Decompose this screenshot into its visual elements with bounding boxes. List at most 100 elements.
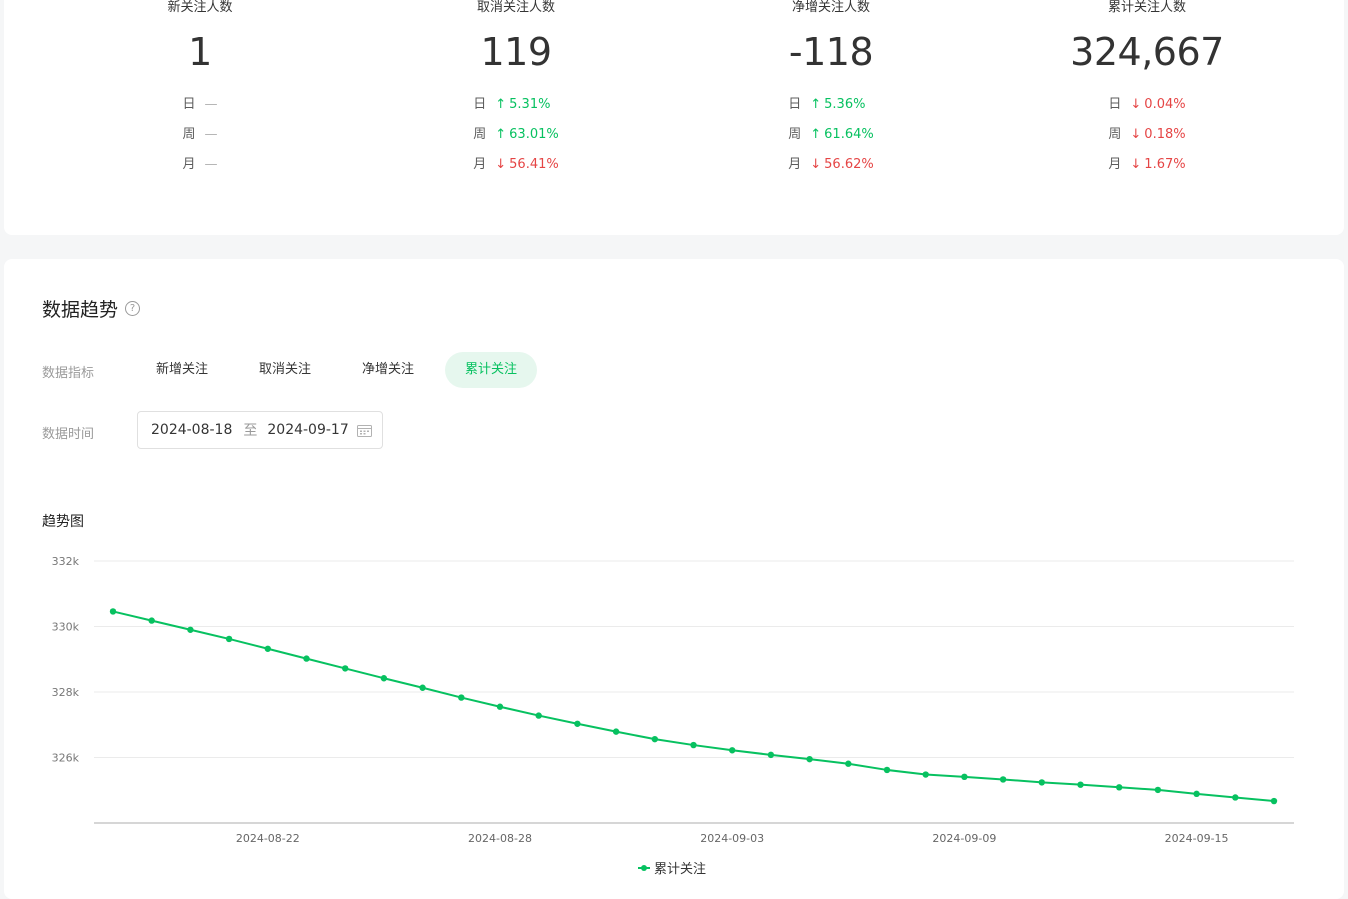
stat-value: 1 bbox=[188, 30, 212, 74]
period-label: 周 bbox=[473, 127, 487, 142]
data-point[interactable] bbox=[612, 728, 620, 735]
stat-compare-row: 日 ↑ 5.36% bbox=[788, 90, 873, 120]
arrow-down-icon: ↓ bbox=[1130, 97, 1142, 112]
data-point[interactable] bbox=[1077, 781, 1084, 788]
period-label: 月 bbox=[1108, 157, 1122, 172]
data-point[interactable] bbox=[303, 655, 310, 662]
data-point[interactable] bbox=[109, 608, 117, 615]
data-point[interactable] bbox=[1193, 790, 1200, 798]
data-point[interactable] bbox=[883, 766, 891, 774]
arrow-down-icon: ↓ bbox=[495, 157, 507, 172]
period-label: 周 bbox=[1108, 127, 1122, 142]
stat-unfollowers: 取消关注人数 119 日 ↑ 5.31% 周 ↑ 63.01% 月 ↓ 56.41% bbox=[351, 0, 681, 180]
x-tick-label: 2024-08-28 bbox=[468, 832, 532, 845]
data-point[interactable] bbox=[806, 755, 813, 763]
stat-compare-row: 月 ↓ 1.67% bbox=[1108, 150, 1185, 180]
stat-title: 新关注人数 bbox=[167, 0, 233, 15]
data-point[interactable] bbox=[961, 773, 968, 781]
data-point[interactable] bbox=[1116, 784, 1123, 791]
arrow-down-icon: ↓ bbox=[1130, 157, 1142, 172]
data-point[interactable] bbox=[458, 694, 465, 701]
period-label: 月 bbox=[788, 157, 802, 172]
arrow-up-icon: ↑ bbox=[495, 127, 507, 142]
legend-label[interactable]: 累计关注 bbox=[654, 862, 706, 877]
data-point[interactable] bbox=[187, 626, 194, 633]
series-line bbox=[112, 610, 1275, 803]
arrow-up-icon: ↑ bbox=[495, 97, 507, 112]
data-point[interactable] bbox=[651, 735, 658, 743]
change-percent: 56.62% bbox=[824, 157, 874, 172]
data-point[interactable] bbox=[535, 712, 542, 719]
data-point[interactable] bbox=[690, 741, 697, 749]
arrow-up-icon: ↑ bbox=[810, 97, 822, 112]
trend-card: 数据趋势 ? 数据指标 新增关注 取消关注 净增关注 累计关注 数据时间 202… bbox=[4, 259, 1344, 899]
x-tick-label: 2024-08-22 bbox=[236, 832, 300, 845]
y-tick-label: 328k bbox=[52, 686, 80, 699]
stat-compare-list: 日 ↑ 5.31% 周 ↑ 63.01% 月 ↓ 56.41% bbox=[473, 90, 558, 180]
y-tick-label: 330k bbox=[52, 621, 80, 634]
change-percent: 0.04% bbox=[1144, 97, 1186, 112]
stat-net-followers: 净增关注人数 -118 日 ↑ 5.36% 周 ↑ 61.64% 月 ↓ 56.62% bbox=[666, 0, 996, 180]
stat-compare-row: 月 ↓ 56.62% bbox=[788, 150, 873, 180]
data-point[interactable] bbox=[1154, 786, 1162, 794]
change-percent: 0.18% bbox=[1144, 127, 1186, 142]
data-point[interactable] bbox=[1270, 797, 1278, 805]
y-tick-label: 332k bbox=[52, 555, 80, 568]
change-percent: 63.01% bbox=[509, 127, 559, 142]
data-point[interactable] bbox=[225, 635, 233, 643]
trend-chart: 326k 328k 330k 332k 2024-08-22 2024-08-28 2024… bbox=[52, 555, 1294, 877]
stat-title: 净增关注人数 bbox=[791, 0, 870, 15]
stat-compare-row: 周 ↓ 0.18% bbox=[1108, 120, 1185, 150]
arrow-down-icon: ↓ bbox=[1130, 127, 1142, 142]
stat-total-followers: 累计关注人数 324,667 日 ↓ 0.04% 周 ↓ 0.18% 月 ↓ 1.67% bbox=[982, 0, 1312, 180]
stats-card: 新关注人数 1 日 — 周 — 月 — 取消关注人数 119 日 ↑ 5.31% 周 ↑ 63.01… bbox=[4, 0, 1344, 235]
data-point[interactable] bbox=[767, 751, 775, 759]
stat-value: 119 bbox=[480, 30, 552, 74]
period-label: 日 bbox=[182, 97, 196, 112]
data-point[interactable] bbox=[264, 645, 271, 652]
stat-compare-list: 日 ↓ 0.04% 周 ↓ 0.18% 月 ↓ 1.67% bbox=[1108, 90, 1185, 180]
stat-compare-row: 月 ↓ 56.41% bbox=[473, 150, 558, 180]
arrow-down-icon: ↓ bbox=[810, 157, 822, 172]
x-tick-label: 2024-09-15 bbox=[1165, 832, 1229, 845]
legend-dot-icon bbox=[641, 865, 647, 871]
data-point[interactable] bbox=[574, 720, 581, 727]
period-label: 日 bbox=[788, 97, 802, 112]
stat-value: 324,667 bbox=[1070, 30, 1224, 74]
data-point[interactable] bbox=[380, 675, 388, 682]
stat-compare-row: 周 ↑ 63.01% bbox=[473, 120, 558, 150]
period-label: 月 bbox=[182, 157, 196, 172]
stat-title: 取消关注人数 bbox=[476, 0, 555, 15]
change-percent: 61.64% bbox=[824, 127, 874, 142]
data-point[interactable] bbox=[845, 760, 852, 767]
data-point[interactable] bbox=[342, 665, 349, 672]
arrow-up-icon: ↑ bbox=[810, 127, 822, 142]
stat-compare-row: 周 — bbox=[183, 120, 218, 150]
data-point[interactable] bbox=[148, 617, 155, 624]
data-point[interactable] bbox=[496, 703, 504, 710]
data-point[interactable] bbox=[1232, 794, 1239, 801]
stat-compare-list: 日 — 周 — 月 — bbox=[183, 90, 218, 180]
y-tick-label: 326k bbox=[52, 752, 80, 765]
stat-compare-row: 日 — bbox=[183, 90, 218, 120]
no-data-dash: — bbox=[204, 97, 218, 112]
data-point[interactable] bbox=[729, 747, 736, 754]
change-percent: 56.41% bbox=[509, 157, 559, 172]
stat-compare-row: 周 ↑ 61.64% bbox=[788, 120, 873, 150]
data-point[interactable] bbox=[999, 776, 1007, 783]
stat-new-followers: 新关注人数 1 日 — 周 — 月 — bbox=[35, 0, 365, 180]
change-percent: 5.31% bbox=[509, 97, 551, 112]
period-label: 日 bbox=[1108, 97, 1122, 112]
period-label: 月 bbox=[473, 157, 487, 172]
data-point[interactable] bbox=[1038, 779, 1046, 786]
x-tick-label: 2024-09-03 bbox=[700, 832, 764, 845]
stat-compare-row: 月 — bbox=[183, 150, 218, 180]
no-data-dash: — bbox=[204, 157, 218, 172]
period-label: 日 bbox=[473, 97, 487, 112]
period-label: 周 bbox=[788, 127, 802, 142]
change-percent: 5.36% bbox=[824, 97, 866, 112]
period-label: 周 bbox=[182, 127, 196, 142]
stat-compare-list: 日 ↑ 5.36% 周 ↑ 61.64% 月 ↓ 56.62% bbox=[788, 90, 873, 180]
data-point[interactable] bbox=[419, 684, 426, 691]
data-point[interactable] bbox=[922, 771, 929, 778]
